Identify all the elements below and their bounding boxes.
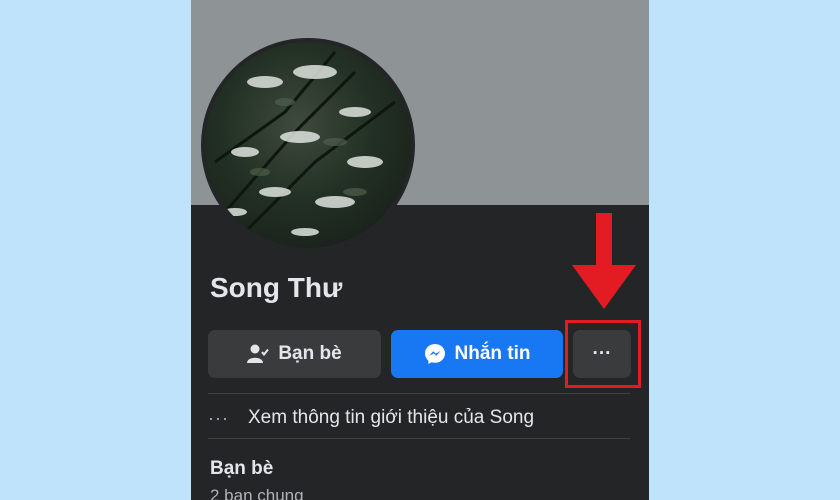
view-intro-link[interactable]: ··· Xem thông tin giới thiệu của Song [208, 398, 630, 438]
divider [208, 438, 630, 439]
person-check-icon [247, 344, 270, 364]
friends-button[interactable]: Bạn bè [208, 330, 381, 378]
view-intro-label: Xem thông tin giới thiệu của Song [248, 407, 535, 428]
avatar[interactable] [201, 38, 415, 252]
down-arrow-icon [572, 213, 636, 309]
divider [208, 393, 630, 394]
mutual-friends-count[interactable]: 2 bạn chung [210, 486, 304, 500]
friends-section-title: Bạn bè [210, 458, 274, 479]
pine-branches-image [214, 51, 396, 236]
more-dots-icon: ··· [208, 407, 229, 428]
messenger-icon [424, 343, 446, 365]
message-button[interactable]: Nhắn tin [391, 330, 563, 378]
friends-button-label: Bạn bè [278, 343, 342, 364]
highlight-frame [565, 320, 641, 388]
avatar-photo [205, 42, 411, 248]
profile-name: Song Thư [210, 272, 343, 303]
message-button-label: Nhắn tin [454, 343, 531, 364]
